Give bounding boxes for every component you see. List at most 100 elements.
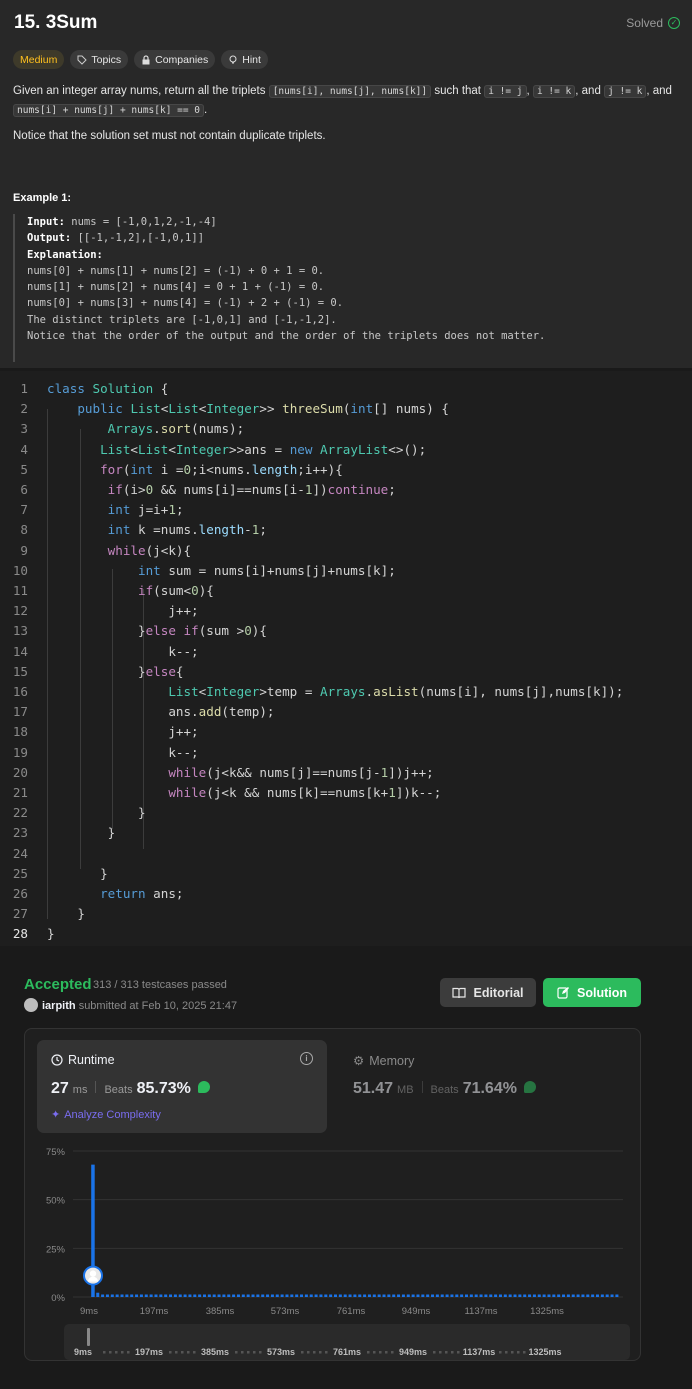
performance-card: Runtime i 27 ms Beats 85.73% ✦ Analyze C… (24, 1028, 641, 1361)
chart-bar (164, 1294, 168, 1297)
code-line[interactable]: 8 int k =nums.length-1; (0, 520, 692, 540)
navigator-dot (241, 1351, 244, 1354)
chart-bar (523, 1294, 527, 1297)
code-line[interactable]: 4 List<List<Integer>>ans = new ArrayList… (0, 440, 692, 460)
line-number: 24 (12, 845, 28, 861)
problem-tags: Medium Topics Companies Hint (13, 50, 268, 69)
runtime-panel[interactable]: Runtime i 27 ms Beats 85.73% ✦ Analyze C… (37, 1040, 327, 1133)
navigator-tick-label: 1325ms (528, 1347, 561, 1357)
code-text: ans.add(temp); (47, 704, 275, 720)
chart-bar (256, 1294, 260, 1297)
chart-bar (382, 1294, 386, 1297)
code-line[interactable]: 22 } (0, 803, 692, 823)
chart-bar (309, 1294, 313, 1297)
code-line[interactable]: 23 } (0, 823, 692, 843)
code-line[interactable]: 27 } (0, 904, 692, 924)
code-text: for(int i =0;i<nums.length;i++){ (100, 461, 343, 477)
code-line[interactable]: 2 public List<List<Integer>> threeSum(in… (0, 399, 692, 419)
code-line[interactable]: 6 if(i>0 && nums[i]==nums[i-1])continue; (0, 480, 692, 500)
chart-bar (363, 1294, 367, 1297)
chart-bar (605, 1294, 609, 1297)
explanation-line: The distinct triplets are [-1,0,1] and [… (27, 313, 337, 326)
avatar[interactable] (24, 998, 38, 1012)
code-text: List<List<Integer>>ans = new ArrayList<>… (100, 441, 427, 457)
chart-bar (105, 1294, 109, 1297)
code-line[interactable]: 28} (0, 924, 692, 944)
memory-tab[interactable]: ⚙ Memory (353, 1053, 414, 1069)
lock-icon (142, 54, 150, 64)
chart-bar (319, 1294, 323, 1297)
statement-text: such that (434, 85, 481, 97)
topics-tag[interactable]: Topics (70, 50, 129, 69)
chart-bar (135, 1294, 139, 1297)
navigator-track[interactable]: 9ms 197ms 385ms 573ms 761ms 949ms 1137ms 1325ms (64, 1324, 630, 1360)
solution-button[interactable]: Solution (543, 978, 641, 1007)
chart-navigator[interactable]: 9ms 197ms 385ms 573ms 761ms 949ms 1137ms 1325ms (64, 1324, 630, 1360)
chart-bar (300, 1294, 304, 1297)
hint-tag[interactable]: Hint (221, 50, 268, 69)
chart-bar (329, 1294, 333, 1297)
chart-bar (547, 1294, 551, 1297)
line-number: 21 (12, 785, 28, 800)
chart-bar (207, 1294, 211, 1297)
code-line[interactable]: 9 while(j<k){ (0, 541, 692, 561)
line-number: 7 (20, 502, 28, 518)
chart-bar (387, 1294, 391, 1297)
x-tick-label: 573ms (271, 1306, 300, 1314)
code-line[interactable]: 14 k--; (0, 642, 692, 662)
username[interactable]: iarpith (42, 1000, 76, 1012)
accepted-status: Accepted (24, 976, 92, 993)
runtime-distribution-chart[interactable]: 75% 50% 25% 0% 9ms 197ms 385ms 573ms 761ms 949ms 1… (25, 1139, 642, 1314)
info-icon[interactable]: i (300, 1052, 313, 1065)
editorial-button[interactable]: Editorial (440, 978, 536, 1007)
chart-bar (479, 1294, 483, 1297)
code-text: k--; (47, 744, 199, 760)
code-line[interactable]: 5 for(int i =0;i<nums.length;i++){ (0, 460, 692, 480)
code-line[interactable]: 7 int j=i+1; (0, 500, 692, 520)
code-line[interactable]: 3 Arrays.sort(nums); (0, 419, 692, 439)
chart-bar (406, 1294, 410, 1297)
code-line[interactable]: 1 class Solution { (0, 379, 692, 399)
code-line[interactable]: 15 }else{ (0, 662, 692, 682)
memory-beats: 71.64% (462, 1080, 517, 1097)
code-line[interactable]: 13 }else if(sum >0){ (0, 621, 692, 641)
line-number: 16 (12, 684, 28, 699)
line-number: 25 (12, 865, 28, 881)
chart-bar (212, 1294, 216, 1297)
navigator-dot (235, 1351, 238, 1354)
code-line[interactable]: 20 while(j<k&& nums[j]==nums[j-1])j++; (0, 763, 692, 783)
line-number: 9 (20, 542, 28, 558)
chart-bar (367, 1294, 371, 1297)
example-output: Output: [[-1,-1,2],[-1,0,1]] (27, 230, 678, 246)
companies-tag[interactable]: Companies (134, 50, 216, 69)
code-line[interactable]: 21 while(j<k && nums[k]==nums[k+1])k--; (0, 783, 692, 803)
code-text: } (47, 926, 55, 942)
code-line[interactable]: 18 j++; (0, 722, 692, 742)
navigator-dot (187, 1351, 190, 1354)
code-line[interactable]: 24 (0, 844, 692, 864)
code-line[interactable]: 16 List<Integer>temp = Arrays.asList(num… (0, 682, 692, 702)
x-tick-label: 1325ms (530, 1306, 564, 1314)
x-tick-label: 761ms (337, 1306, 366, 1314)
navigator-dot (511, 1351, 514, 1354)
code-line[interactable]: 25 } (0, 864, 692, 884)
line-number: 14 (12, 643, 28, 659)
code-line[interactable]: 26 return ans; (0, 884, 692, 904)
line-number: 23 (12, 825, 28, 841)
navigator-tick-label: 385ms (201, 1347, 229, 1357)
analyze-complexity-link[interactable]: ✦ Analyze Complexity (51, 1108, 161, 1122)
statement-text: , and (646, 85, 672, 97)
code-line[interactable]: 17 ans.add(temp); (0, 702, 692, 722)
leaf-icon (197, 1081, 210, 1093)
code-line[interactable]: 19 k--; (0, 743, 692, 763)
code-editor[interactable]: 1 class Solution {2 public List<List<Inte… (0, 371, 692, 946)
chart-bar (241, 1294, 245, 1297)
statement-text: . (204, 104, 208, 116)
code-line[interactable]: 10 int sum = nums[i]+nums[j]+nums[k]; (0, 561, 692, 581)
chart-bar (494, 1294, 498, 1297)
code-line[interactable]: 12 j++; (0, 601, 692, 621)
problem-title[interactable]: 15. 3Sum (14, 12, 97, 34)
runtime-value: 27 (51, 1080, 69, 1097)
navigator-dot (385, 1351, 388, 1354)
code-line[interactable]: 11 if(sum<0){ (0, 581, 692, 601)
